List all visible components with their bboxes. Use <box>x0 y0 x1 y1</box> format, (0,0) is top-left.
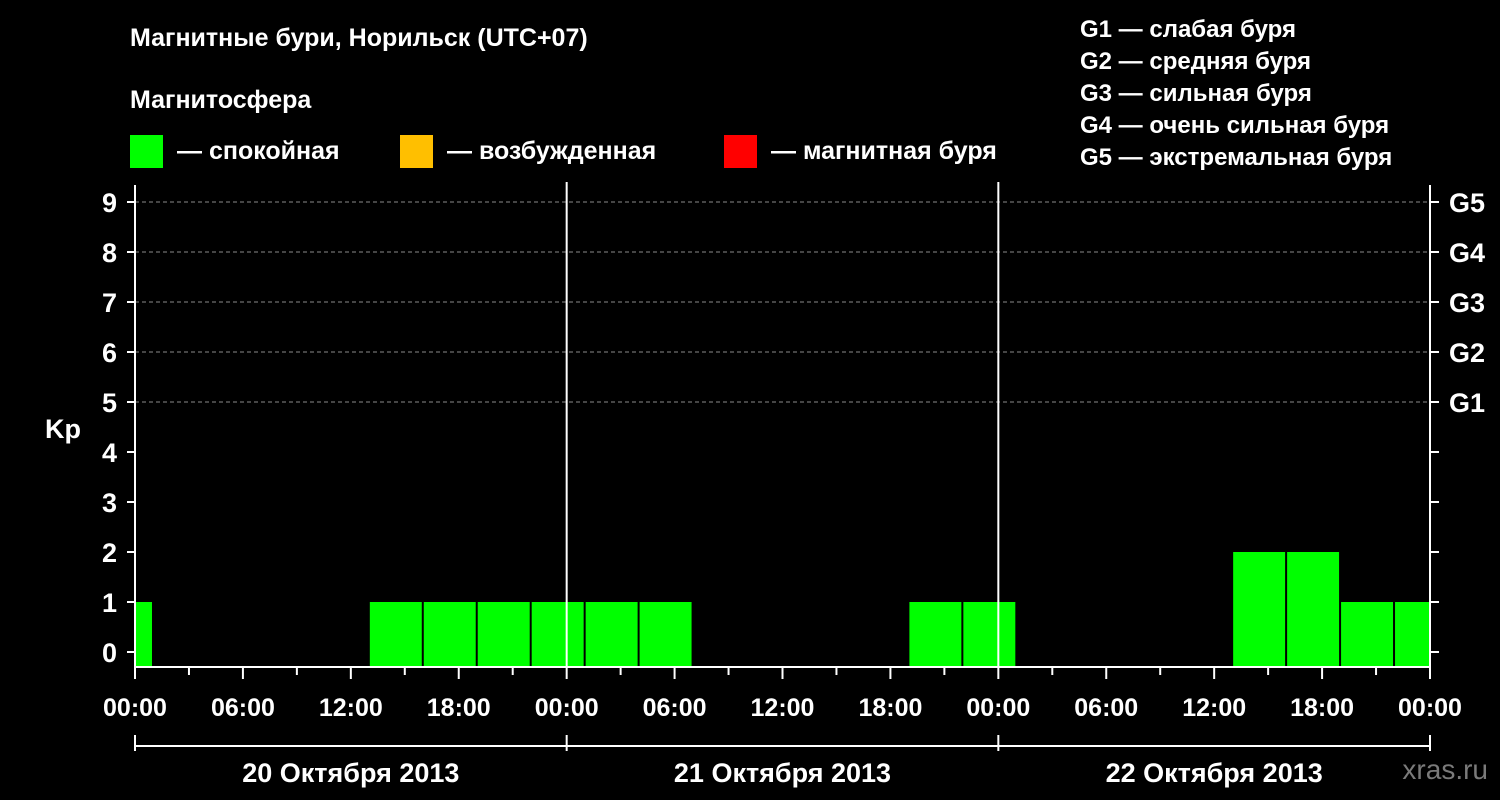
kp-bar <box>585 602 638 667</box>
kp-bar <box>639 602 692 667</box>
g-scale-label: G3 <box>1449 288 1485 318</box>
x-tick-label: 00:00 <box>966 694 1030 722</box>
x-tick-label: 12:00 <box>319 694 383 722</box>
y-tick-label: 5 <box>102 388 117 418</box>
g-scale-label: G4 <box>1449 238 1485 268</box>
watermark: xras.ru <box>1402 754 1488 785</box>
kp-bar <box>909 602 962 667</box>
day-label: 20 Октября 2013 <box>242 758 459 788</box>
y-tick-label: 9 <box>102 188 117 218</box>
x-tick-label: 06:00 <box>1074 694 1138 722</box>
x-tick-label: 12:00 <box>1182 694 1246 722</box>
y-tick-label: 2 <box>102 538 117 568</box>
x-tick-label: 12:00 <box>751 694 815 722</box>
g-scale-label: G1 <box>1449 388 1485 418</box>
kp-bar <box>1341 602 1394 667</box>
y-tick-label: 1 <box>102 588 117 618</box>
x-tick-label: 18:00 <box>1290 694 1354 722</box>
kp-bar <box>1233 552 1286 667</box>
g-scale-label: G2 <box>1449 338 1485 368</box>
kp-bar <box>1395 602 1429 667</box>
day-label: 21 Октября 2013 <box>674 758 891 788</box>
y-tick-label: 6 <box>102 338 117 368</box>
x-tick-label: 18:00 <box>427 694 491 722</box>
kp-bar <box>531 602 584 667</box>
y-tick-label: 3 <box>102 488 117 518</box>
y-axis-label: Kp <box>45 414 81 444</box>
x-tick-label: 00:00 <box>1398 694 1462 722</box>
kp-bar <box>1287 552 1340 667</box>
x-tick-label: 06:00 <box>211 694 275 722</box>
kp-chart: Kp 0 1 2 3 4 5 6 7 8 9 G1 G2 G3 G4 G5 00:00 06:00 12:00 18… <box>45 182 1485 788</box>
x-tick-label: 18:00 <box>858 694 922 722</box>
x-tick-label: 06:00 <box>643 694 707 722</box>
y-tick-label: 4 <box>102 438 117 468</box>
kp-bar <box>136 602 152 667</box>
kp-bar <box>369 602 422 667</box>
x-tick-label: 00:00 <box>103 694 167 722</box>
y-tick-label: 7 <box>102 288 117 318</box>
x-tick-label: 00:00 <box>535 694 599 722</box>
kp-bar <box>963 602 1016 667</box>
g-scale-label: G5 <box>1449 188 1485 218</box>
day-label: 22 Октября 2013 <box>1106 758 1323 788</box>
kp-bar <box>423 602 476 667</box>
y-tick-label: 8 <box>102 238 117 268</box>
kp-bar <box>477 602 530 667</box>
y-tick-label: 0 <box>102 638 117 668</box>
